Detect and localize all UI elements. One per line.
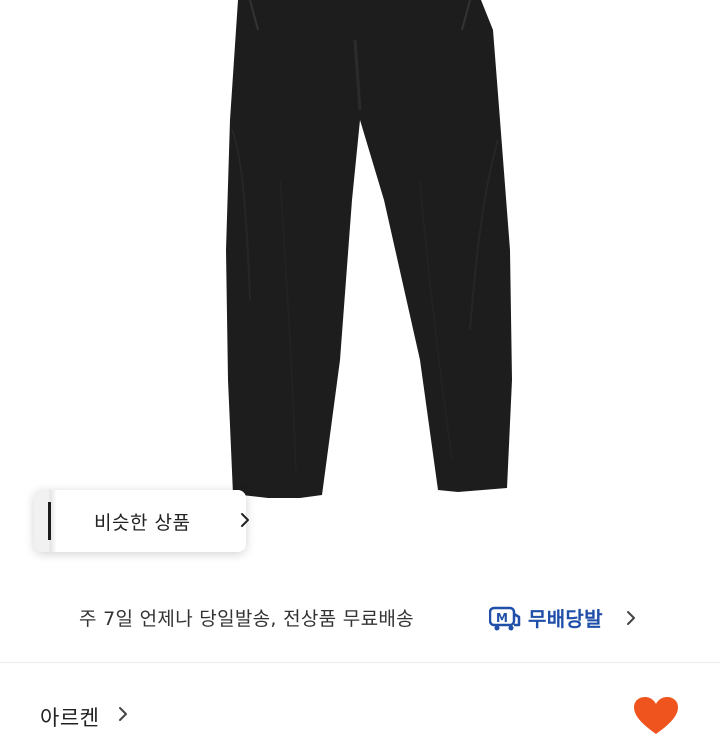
seller-link[interactable]: 아르켄: [0, 680, 720, 730]
similar-products-label: 비슷한 상품: [94, 512, 191, 534]
svg-text:M: M: [496, 611, 508, 625]
heart-icon[interactable]: [632, 696, 680, 736]
shipping-text: 주 7일 언제나 당일발송, 전상품 무료배송: [79, 608, 414, 630]
truck-m-icon: M: [489, 606, 521, 631]
shipping-banner[interactable]: 주 7일 언제나 당일발송, 전상품 무료배송 M 무배당발: [0, 594, 720, 646]
chevron-right-icon: [241, 513, 249, 527]
product-image[interactable]: [0, 0, 720, 570]
similar-products-button[interactable]: 비슷한 상품: [34, 490, 249, 552]
seller-name: 아르켄: [40, 706, 100, 730]
shipping-brand-name: 무배당발: [528, 607, 603, 631]
chevron-right-icon: [627, 611, 635, 625]
similar-product-thumbnail: [34, 490, 72, 552]
trousers-image: [226, 0, 512, 498]
section-divider: [0, 662, 720, 663]
